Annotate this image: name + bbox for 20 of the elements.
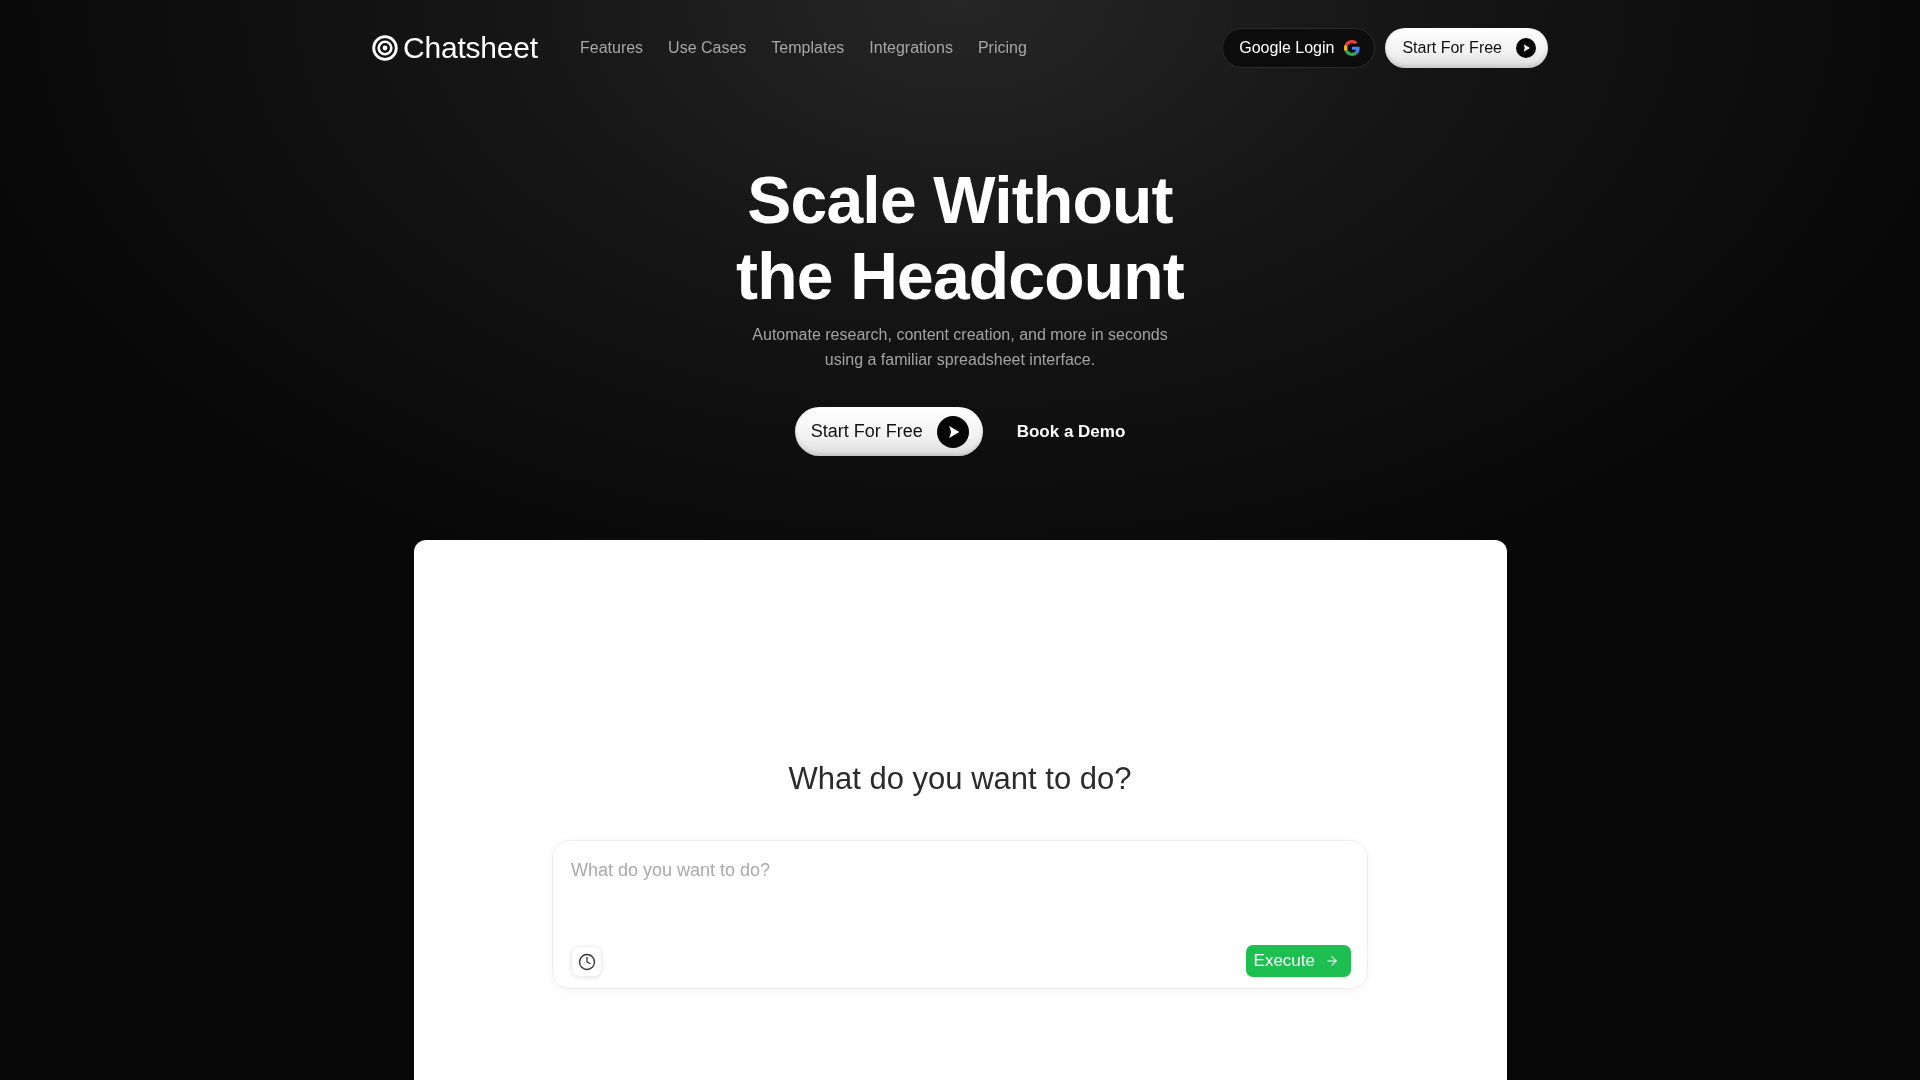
prompt-heading: What do you want to do?	[788, 760, 1132, 798]
clock-icon	[577, 952, 596, 971]
hero-subtitle: Automate research, content creation, and more in seconds using a familiar spreadsheet interface.	[751, 325, 1169, 370]
nav-link[interactable]: Integrations	[869, 39, 953, 57]
play-icon	[1516, 38, 1536, 58]
nav-link[interactable]: Templates	[771, 39, 845, 57]
play-icon	[936, 415, 969, 448]
book-demo-link[interactable]: Book a Demo	[1016, 421, 1126, 442]
start-for-free-button[interactable]: Start For Free	[1385, 28, 1548, 68]
start-for-free-button[interactable]: Start For Free	[794, 407, 983, 456]
rings-logo-icon	[372, 35, 398, 61]
google-login-button[interactable]: Google Login	[1222, 28, 1376, 68]
hero-title: Scale Without the Headcount	[735, 162, 1185, 314]
history-button[interactable]	[571, 946, 602, 977]
brand-logo[interactable]: Chatsheet	[372, 31, 538, 65]
nav-link[interactable]: Pricing	[977, 39, 1027, 57]
nav-link[interactable]: Use Cases	[668, 39, 747, 57]
prompt-input[interactable]: What do you want to do?	[571, 858, 1351, 945]
nav-link[interactable]: Features	[579, 39, 644, 57]
google-icon	[1344, 40, 1361, 56]
